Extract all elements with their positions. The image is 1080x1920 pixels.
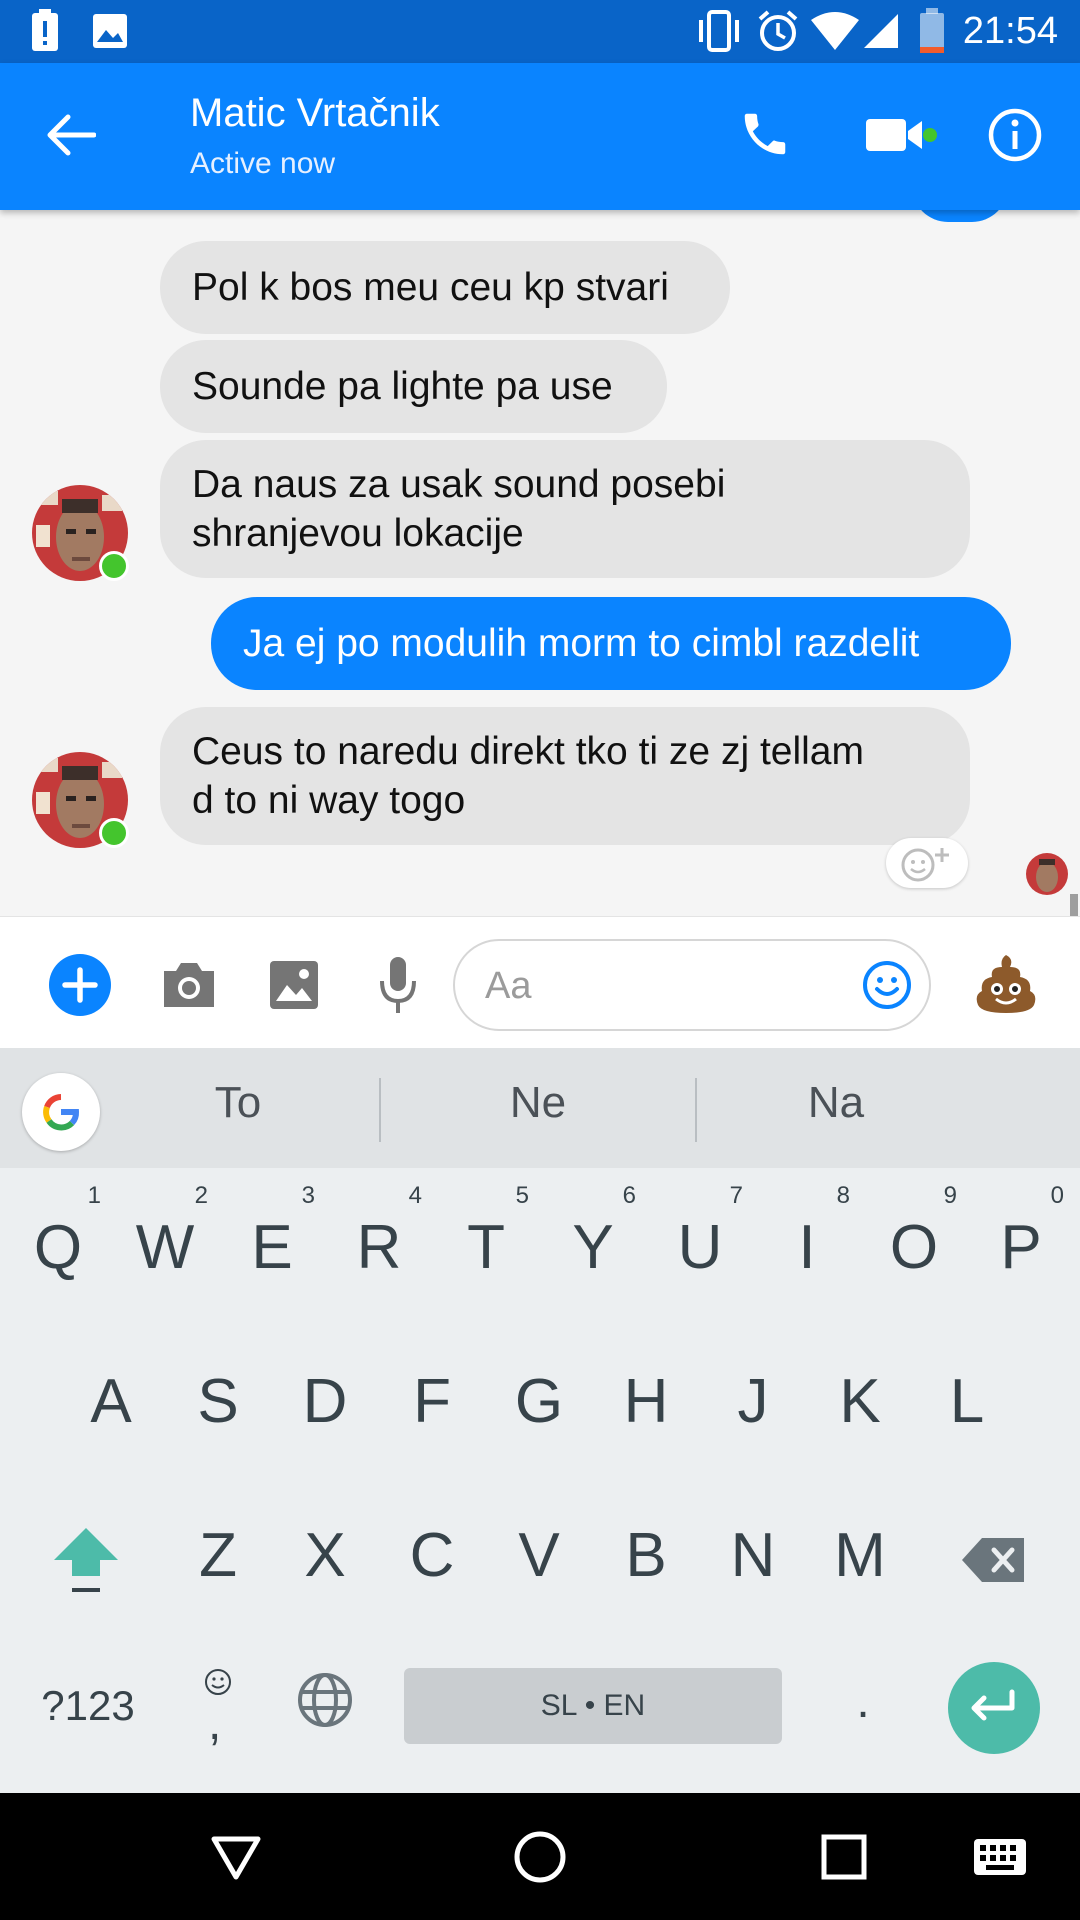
suggestion-strip: To Ne Na <box>0 1048 1080 1168</box>
google-logo-icon <box>43 1094 79 1131</box>
message-thread[interactable]: Pol k bos meu ceu kp stvari Sounde pa li… <box>0 210 1080 916</box>
key-p[interactable]: P0 <box>976 1182 1066 1283</box>
key-m[interactable]: M <box>815 1520 905 1591</box>
message-text-line: Ceus to naredu direkt tko ti ze zj tella… <box>192 730 864 773</box>
status-bar: 21:54 <box>0 0 1080 63</box>
backspace-icon <box>962 1538 1024 1582</box>
battery-icon <box>920 8 944 53</box>
message-bubble-outgoing[interactable]: Ja ej po modulih morm to cimbl razdelit <box>211 597 1011 690</box>
shift-key[interactable] <box>46 1522 126 1602</box>
conversation-header: Matic Vrtačnik Active now <box>0 63 1080 210</box>
key-v[interactable]: V <box>494 1520 584 1591</box>
message-bubble-incoming[interactable]: Ceus to naredu direkt tko ti ze zj tella… <box>160 707 970 845</box>
message-text: Sounde pa lighte pa use <box>192 365 613 408</box>
key-e[interactable]: E3 <box>227 1182 317 1283</box>
message-text: Ja ej po modulih morm to cimbl razdelit <box>243 622 920 665</box>
message-bubble-incoming[interactable]: Da naus za usak sound posebi shranjevou … <box>160 440 970 578</box>
suggestion-3[interactable]: Na <box>736 1078 936 1128</box>
key-s[interactable]: S <box>173 1366 263 1437</box>
scrollbar[interactable] <box>1070 894 1078 916</box>
key-j[interactable]: J <box>708 1366 798 1437</box>
google-button[interactable] <box>22 1073 100 1151</box>
message-input[interactable] <box>483 959 827 1013</box>
suggestion-divider <box>379 1078 381 1142</box>
space-bar[interactable]: SL • EN <box>404 1668 782 1744</box>
alarm-icon <box>758 10 798 51</box>
phone-call-icon[interactable] <box>738 107 792 161</box>
suggestion-1[interactable]: To <box>138 1078 338 1128</box>
contact-status: Active now <box>190 147 336 180</box>
message-input-container[interactable] <box>453 939 931 1031</box>
key-f[interactable]: F <box>387 1366 477 1437</box>
message-bubble-incoming[interactable]: Pol k bos meu ceu kp stvari <box>160 241 730 334</box>
emoji-comma-key[interactable]: , <box>196 1668 240 1758</box>
key-z[interactable]: Z <box>173 1520 263 1591</box>
video-call-icon[interactable] <box>864 113 938 157</box>
space-bar-label: SL • EN <box>540 1689 646 1722</box>
key-g[interactable]: G <box>494 1366 584 1437</box>
suggestion-divider <box>695 1078 697 1142</box>
key-k[interactable]: K <box>815 1366 905 1437</box>
key-o[interactable]: O9 <box>869 1182 959 1283</box>
add-reaction-icon <box>901 848 949 882</box>
emoji-icon[interactable] <box>861 959 913 1011</box>
battery-alert-icon <box>32 9 58 51</box>
enter-icon <box>971 1689 1015 1721</box>
symbols-key[interactable]: ?123 <box>28 1682 148 1730</box>
clock: 21:54 <box>962 10 1058 52</box>
key-w[interactable]: W2 <box>120 1182 210 1283</box>
read-receipt-avatar <box>1026 853 1068 895</box>
image-notification-icon <box>93 14 127 48</box>
enter-key[interactable] <box>948 1662 1040 1754</box>
globe-icon[interactable] <box>297 1672 353 1728</box>
info-icon[interactable] <box>988 108 1042 162</box>
system-navigation-bar <box>0 1793 1080 1920</box>
recents-square-icon[interactable] <box>820 1833 868 1881</box>
back-arrow-icon[interactable] <box>46 113 96 157</box>
key-l[interactable]: L <box>922 1366 1012 1437</box>
key-c[interactable]: C <box>387 1520 477 1591</box>
camera-icon[interactable] <box>160 959 218 1011</box>
online-indicator <box>99 818 129 848</box>
back-triangle-icon[interactable] <box>210 1833 262 1881</box>
key-d[interactable]: D <box>280 1366 370 1437</box>
add-reaction-button[interactable] <box>886 838 968 888</box>
emoji-small-icon <box>205 1669 231 1695</box>
key-r[interactable]: R4 <box>334 1182 424 1283</box>
contact-name[interactable]: Matic Vrtačnik <box>190 91 440 136</box>
key-i[interactable]: I8 <box>762 1182 852 1283</box>
message-composer <box>0 916 1080 1049</box>
shift-icon <box>54 1528 118 1592</box>
add-more-icon[interactable] <box>48 953 112 1017</box>
message-bubble-incoming[interactable]: Sounde pa lighte pa use <box>160 340 667 433</box>
vibrate-icon <box>699 10 739 52</box>
message-text-line: d to ni way togo <box>192 779 466 822</box>
previous-message-bubble-edge <box>912 210 1008 222</box>
signal-icon <box>864 14 898 48</box>
backspace-key[interactable] <box>960 1530 1030 1590</box>
message-text: Pol k bos meu ceu kp stvari <box>192 266 669 309</box>
wifi-icon <box>811 12 859 50</box>
key-a[interactable]: A <box>66 1366 156 1437</box>
suggestion-2[interactable]: Ne <box>438 1078 638 1128</box>
home-circle-icon[interactable] <box>512 1829 568 1885</box>
keyboard-switch-icon[interactable] <box>972 1837 1028 1877</box>
message-text-line: shranjevou lokacije <box>192 512 524 555</box>
period-key[interactable]: . <box>838 1674 888 1729</box>
key-n[interactable]: N <box>708 1520 798 1591</box>
key-y[interactable]: Y6 <box>548 1182 638 1283</box>
key-h[interactable]: H <box>601 1366 691 1437</box>
gallery-icon[interactable] <box>268 959 320 1011</box>
quick-reaction-poop-icon[interactable] <box>974 951 1038 1015</box>
key-u[interactable]: U7 <box>655 1182 745 1283</box>
key-x[interactable]: X <box>280 1520 370 1591</box>
key-t[interactable]: T5 <box>441 1182 531 1283</box>
message-text-line: Da naus za usak sound posebi <box>192 463 726 506</box>
key-b[interactable]: B <box>601 1520 691 1591</box>
online-indicator <box>99 551 129 581</box>
soft-keyboard: To Ne Na Q1 W2 E3 R4 T5 Y6 U7 I8 O9 P0 A… <box>0 1048 1080 1793</box>
microphone-icon[interactable] <box>378 955 418 1015</box>
key-q[interactable]: Q1 <box>13 1182 103 1283</box>
